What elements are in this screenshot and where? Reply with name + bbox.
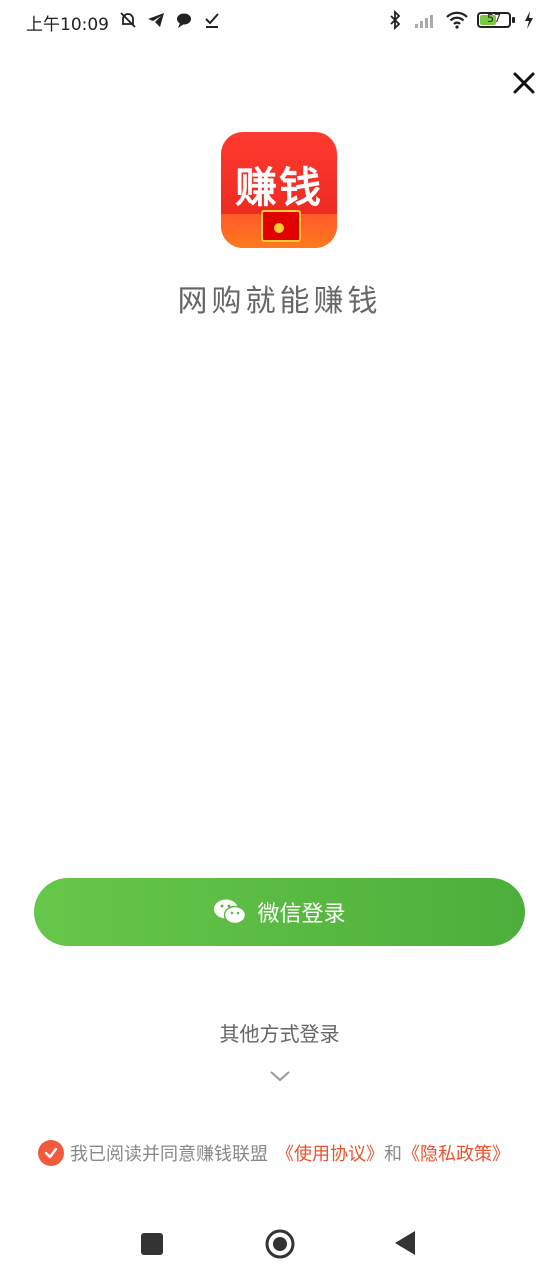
status-right-icons: 57 xyxy=(385,10,535,30)
app-slogan: 网购就能赚钱 xyxy=(177,284,382,319)
other-login-methods[interactable]: 其他方式登录 xyxy=(0,1018,559,1047)
battery-tip xyxy=(512,17,515,23)
wechat-login-label: 微信登录 xyxy=(257,902,346,927)
battery-level: 57 xyxy=(487,12,501,25)
recents-button[interactable] xyxy=(141,1233,163,1255)
mute-alarm-icon xyxy=(120,12,136,28)
agreement-conjunction: 和 xyxy=(384,1144,402,1165)
wechat-login-button[interactable]: 微信登录 xyxy=(34,878,525,946)
agreement-text: 我已阅读并同意赚钱联盟 xyxy=(70,1144,268,1165)
battery-body: 57 xyxy=(477,12,511,28)
signal-icon xyxy=(415,15,433,28)
bluetooth-icon xyxy=(390,10,401,30)
status-left-icons xyxy=(118,10,222,30)
status-bar: 上午10:09 57 xyxy=(0,0,559,44)
agreement-checkbox[interactable] xyxy=(38,1140,64,1166)
close-button[interactable] xyxy=(507,66,541,100)
checkmark-icon xyxy=(44,1147,58,1159)
chat-bubble-icon xyxy=(177,13,191,28)
download-done-icon xyxy=(205,13,219,28)
app-logo: 赚钱 xyxy=(221,132,337,248)
home-button[interactable] xyxy=(265,1229,295,1259)
status-time: 上午10:09 xyxy=(26,15,109,35)
back-button[interactable] xyxy=(394,1230,416,1256)
wechat-icon xyxy=(214,899,247,925)
battery: 57 xyxy=(477,12,515,28)
app-logo-text: 赚钱 xyxy=(234,163,323,212)
close-icon xyxy=(513,72,535,94)
charging-icon xyxy=(525,11,533,29)
chevron-down-icon[interactable] xyxy=(268,1068,292,1084)
telegram-icon xyxy=(148,13,164,27)
privacy-link[interactable]: 《隐私政策》 xyxy=(402,1140,510,1166)
coin-icon xyxy=(274,223,284,233)
system-nav-bar xyxy=(0,1210,559,1280)
terms-link[interactable]: 《使用协议》 xyxy=(276,1140,384,1166)
agreement-row: 我已阅读并同意赚钱联盟 《使用协议》 和 《隐私政策》 xyxy=(38,1140,510,1166)
wifi-icon xyxy=(446,11,468,29)
